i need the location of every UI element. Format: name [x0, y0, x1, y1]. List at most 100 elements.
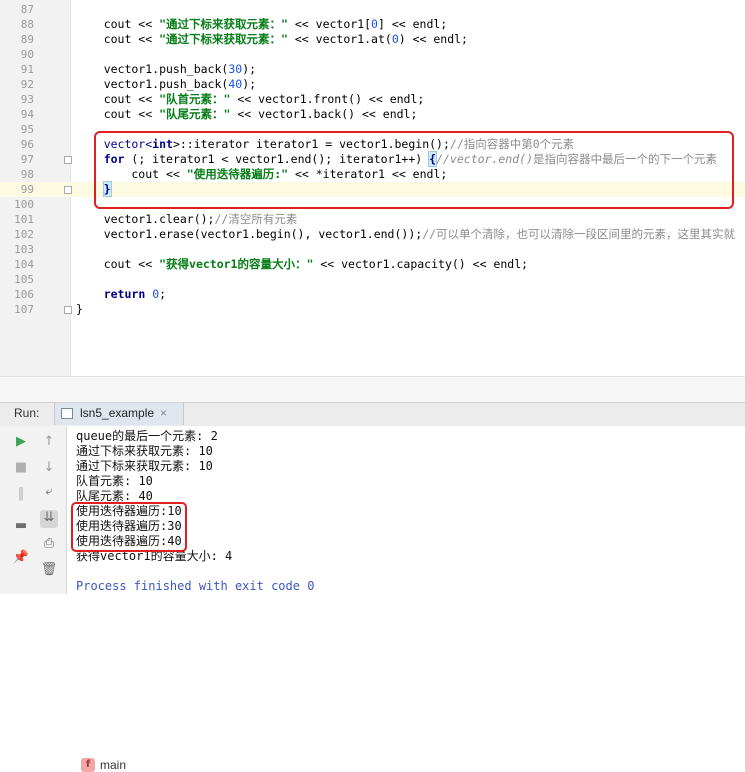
code-line[interactable]: 91 vector1.push_back(30); — [0, 62, 745, 77]
code-line[interactable]: 103 — [0, 242, 745, 257]
line-number: 93 — [20, 93, 34, 106]
code-token: cout << — [76, 257, 160, 271]
code-token: << vector1[ — [287, 17, 372, 31]
code-text[interactable]: } — [76, 302, 83, 317]
code-text[interactable]: vector1.clear();//清空所有元素 — [76, 212, 298, 227]
code-token: //清空所有元素 — [214, 212, 298, 226]
fold-marker-icon[interactable] — [64, 186, 72, 194]
code-line[interactable]: 88 cout << "通过下标来获取元素：" << vector1[0] <<… — [0, 17, 745, 32]
code-token: ) << endl; — [398, 32, 468, 46]
output-highlight-box — [71, 502, 187, 552]
console-line: Process finished with exit code 0 — [76, 579, 315, 593]
pin-icon[interactable]: 📌 — [12, 550, 30, 568]
line-number: 100 — [14, 198, 34, 211]
code-line[interactable]: 93 cout << "队首元素：" << vector1.front() <<… — [0, 92, 745, 107]
code-text[interactable]: vector1.push_back(40); — [76, 77, 256, 92]
run-config-icon — [61, 408, 73, 419]
console-line: queue的最后一个元素: 2 — [76, 429, 218, 443]
scroll-down-icon[interactable]: ↓ — [40, 460, 58, 478]
code-token: "队尾元素：" — [159, 107, 231, 121]
console-line: 通过下标来获取元素: 10 — [76, 459, 213, 473]
tab-close-icon[interactable]: × — [160, 406, 167, 420]
code-line[interactable]: 94 cout << "队尾元素：" << vector1.back() << … — [0, 107, 745, 122]
code-token: cout << — [76, 32, 160, 46]
code-token: ); — [242, 62, 257, 76]
code-token: } — [76, 302, 83, 316]
line-number: 91 — [20, 63, 34, 76]
scroll-to-end-icon[interactable]: ⇊ — [40, 510, 58, 528]
fold-marker-icon[interactable] — [64, 156, 72, 164]
code-line[interactable]: 104 cout << "获得vector1的容量大小：" << vector1… — [0, 257, 745, 272]
code-token: vector1.erase(vector1.begin(), vector1.e… — [76, 227, 423, 241]
code-token: << vector1.front() << endl; — [230, 92, 425, 106]
code-token: << vector1.back() << endl; — [230, 107, 418, 121]
code-text[interactable]: return 0; — [76, 287, 166, 302]
run-tab-label[interactable]: lsn5_example — [80, 406, 154, 420]
code-token: vector1.clear(); — [76, 212, 215, 226]
code-token: //可以单个清除，也可以清除一段区间里的元素，这里其实就 — [422, 227, 736, 241]
code-token: "通过下标来获取元素：" — [159, 17, 288, 31]
code-token: ); — [242, 77, 257, 91]
code-line[interactable]: 105 — [0, 272, 745, 287]
line-number: 94 — [20, 108, 34, 121]
code-text[interactable]: vector1.erase(vector1.begin(), vector1.e… — [76, 227, 735, 242]
code-token: 0 — [391, 32, 399, 46]
code-token: 0 — [371, 17, 378, 31]
line-number: 96 — [20, 138, 34, 151]
code-token: cout << — [76, 92, 160, 106]
fold-marker-icon[interactable] — [64, 306, 72, 314]
code-text[interactable]: cout << "队尾元素：" << vector1.back() << end… — [76, 107, 418, 122]
line-number: 92 — [20, 78, 34, 91]
line-number: 97 — [20, 153, 34, 166]
code-text[interactable]: cout << "通过下标来获取元素：" << vector1.at(0) <<… — [76, 32, 468, 47]
pause-icon[interactable]: ‖ — [12, 486, 30, 504]
line-number: 87 — [20, 3, 34, 16]
line-number: 105 — [14, 273, 34, 286]
layout-icon[interactable]: ▬ — [12, 518, 30, 536]
line-number: 103 — [14, 243, 34, 256]
code-line[interactable]: 92 vector1.push_back(40); — [0, 77, 745, 92]
code-token: "通过下标来获取元素：" — [159, 32, 288, 46]
code-token: 30 — [228, 62, 243, 76]
line-number: 90 — [20, 48, 34, 61]
code-token: ] << endl; — [377, 17, 448, 31]
code-text[interactable]: cout << "通过下标来获取元素：" << vector1[0] << en… — [76, 17, 448, 32]
line-number: 101 — [14, 213, 34, 226]
code-token: << vector1.at( — [287, 32, 392, 46]
code-line[interactable]: 89 cout << "通过下标来获取元素：" << vector1.at(0)… — [0, 32, 745, 47]
code-text[interactable]: vector1.push_back(30); — [76, 62, 256, 77]
print-icon[interactable]: ⎙ — [40, 536, 58, 554]
code-token: "队首元素：" — [159, 92, 231, 106]
code-line[interactable]: 107} — [0, 302, 745, 317]
code-token: "获得vector1的容量大小：" — [159, 257, 314, 271]
highlight-annotation-box — [94, 131, 734, 209]
code-token: << vector1.capacity() << endl; — [313, 257, 529, 271]
rerun-icon[interactable]: ▶ — [12, 434, 30, 452]
code-line[interactable]: 102 vector1.erase(vector1.begin(), vecto… — [0, 227, 745, 242]
run-toolbar: ▶ ↑ ■ ↓ ⤶ ‖ ▬ ⇊ ⎙ 📌 🗑 — [0, 426, 67, 594]
code-line[interactable]: 101 vector1.clear();//清空所有元素 — [0, 212, 745, 227]
code-text[interactable]: cout << "队首元素：" << vector1.front() << en… — [76, 92, 425, 107]
soft-wrap-icon[interactable]: ⤶ — [40, 484, 58, 502]
line-number: 107 — [14, 303, 34, 316]
code-line[interactable]: 87 — [0, 2, 745, 17]
scroll-up-icon[interactable]: ↑ — [40, 434, 58, 452]
trash-icon[interactable]: 🗑 — [40, 562, 58, 580]
breadcrumb-function-label[interactable]: main — [100, 758, 126, 772]
code-editor[interactable]: 87 88 cout << "通过下标来获取元素：" << vector1[0] … — [0, 0, 745, 376]
code-token: vector1.push_back( — [76, 62, 229, 76]
code-token: ; — [159, 287, 167, 301]
line-number: 104 — [14, 258, 34, 271]
console-line: 队首元素: 10 — [76, 474, 153, 488]
stop-icon[interactable]: ■ — [12, 460, 30, 478]
code-line[interactable]: 90 — [0, 47, 745, 62]
line-number: 88 — [20, 18, 34, 31]
code-token: return — [103, 287, 146, 301]
line-number: 106 — [14, 288, 34, 301]
code-text[interactable]: cout << "获得vector1的容量大小：" << vector1.cap… — [76, 257, 528, 272]
console-line: 通过下标来获取元素: 10 — [76, 444, 213, 458]
code-line[interactable]: 106 return 0; — [0, 287, 745, 302]
line-number: 89 — [20, 33, 34, 46]
breadcrumb[interactable]: f main — [0, 376, 745, 772]
